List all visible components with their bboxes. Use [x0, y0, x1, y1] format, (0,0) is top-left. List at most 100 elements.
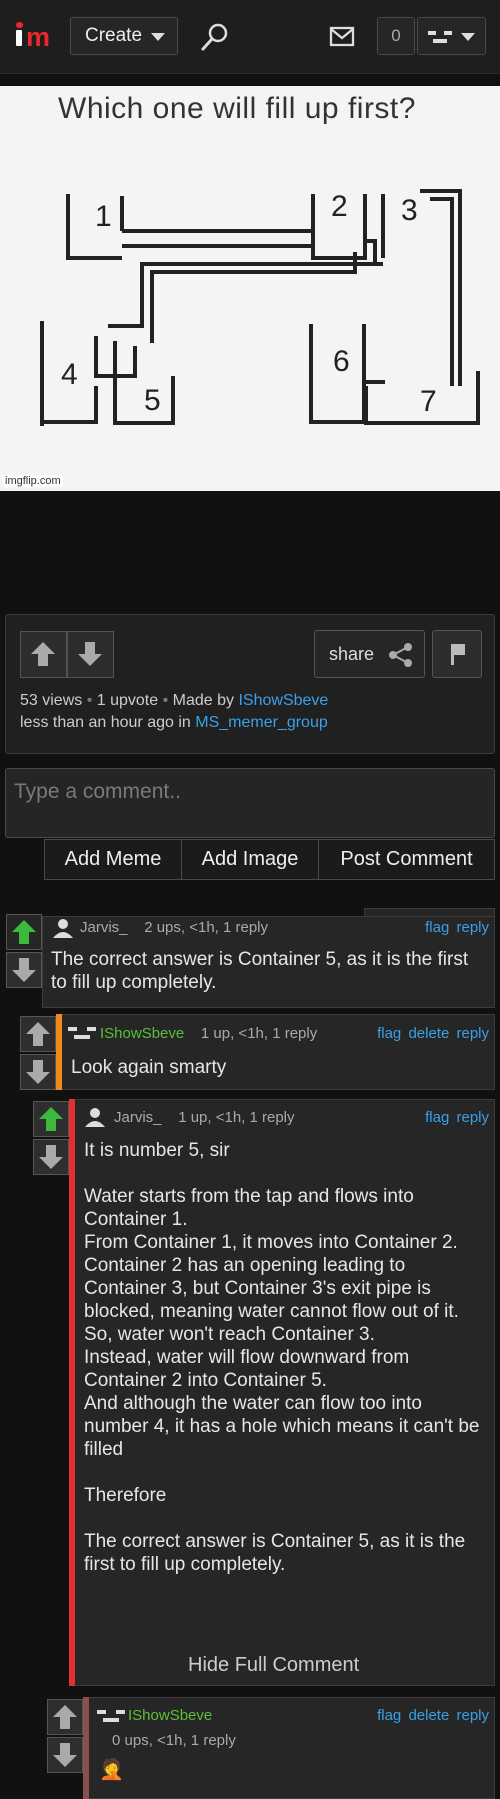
comment-username[interactable]: Jarvis_: [80, 919, 128, 936]
delete-link[interactable]: delete: [408, 1707, 449, 1724]
arrow-up-icon: [12, 920, 36, 944]
post-time-stream: less than an hour ago in MS_memer_group: [20, 714, 328, 732]
share-button[interactable]: share: [314, 630, 425, 678]
comment-upvote-button[interactable]: [20, 1016, 56, 1052]
user-icon: [428, 31, 452, 43]
comment-actions: flag delete reply: [377, 1707, 489, 1724]
flag-link[interactable]: flag: [377, 1025, 401, 1042]
thread-indicator: [56, 1014, 62, 1090]
comment-meta: IShowSbeve 1 up, <1h, 1 reply: [100, 1025, 317, 1042]
comment-downvote-button[interactable]: [6, 952, 42, 988]
user-icon: [97, 1710, 125, 1722]
comment-actions: flag delete reply: [377, 1025, 489, 1042]
upvote-button[interactable]: [20, 631, 67, 678]
comment-placeholder: Type a comment..: [14, 780, 181, 803]
comment-stats: 1 up, <1h, 1 reply: [178, 1109, 295, 1126]
author-link[interactable]: IShowSbeve: [238, 692, 328, 709]
flag-link[interactable]: flag: [425, 919, 449, 936]
comment-text: It is number 5, sir Water starts from th…: [84, 1140, 480, 1575]
reply-link[interactable]: reply: [456, 1109, 489, 1126]
comment-downvote-button[interactable]: [20, 1054, 56, 1090]
create-label: Create: [85, 25, 143, 46]
comment-meta: Jarvis_ 2 ups, <1h, 1 reply: [80, 919, 268, 936]
user-icon: [68, 1027, 96, 1039]
container-6-label: 6: [333, 345, 350, 378]
comment-stats: 2 ups, <1h, 1 reply: [144, 919, 269, 936]
comment-text: The correct answer is Container 5, as it…: [51, 949, 469, 993]
create-dropdown-button[interactable]: Create: [70, 17, 178, 55]
arrow-up-icon: [53, 1705, 77, 1729]
comment-downvote-button[interactable]: [47, 1737, 83, 1773]
comment-username[interactable]: Jarvis_: [114, 1109, 162, 1126]
container-1-label: 1: [95, 200, 112, 233]
comment-meta: Jarvis_ 1 up, <1h, 1 reply: [114, 1109, 295, 1126]
arrow-down-icon: [39, 1145, 63, 1169]
flag-button[interactable]: [432, 630, 482, 678]
comment-downvote-button[interactable]: [33, 1139, 69, 1175]
comment-thread-2: IShowSbeve 1 up, <1h, 1 reply flag delet…: [18, 1014, 495, 1090]
share-label: share: [329, 644, 375, 664]
arrow-down-icon: [78, 642, 102, 666]
imgflip-logo[interactable]: m: [14, 22, 56, 54]
comment-text: 🤦: [99, 1759, 124, 1781]
downvote-button[interactable]: [67, 631, 114, 678]
comment-actions: flag reply: [425, 1109, 489, 1126]
comment-username-wrap: IShowSbeve: [128, 1707, 212, 1724]
container-7-label: 7: [420, 385, 437, 418]
comment-upvote-button[interactable]: [47, 1699, 83, 1735]
post-comment-button[interactable]: Post Comment: [318, 839, 495, 880]
chevron-down-icon: [151, 33, 165, 41]
arrow-up-icon: [26, 1022, 50, 1046]
meme-image[interactable]: Which one will fill up first? 1 2 3 4 5 …: [0, 86, 500, 491]
comment-username[interactable]: IShowSbeve: [100, 1025, 184, 1042]
arrow-down-icon: [26, 1060, 50, 1084]
default-avatar-icon: [85, 1108, 105, 1127]
comment-thread-4: IShowSbeve 0 ups, <1h, 1 reply flag dele…: [47, 1697, 495, 1799]
post-stats: 53 views • 1 upvote • Made by IShowSbeve: [20, 692, 329, 709]
comment-thread-1: Jarvis_ 2 ups, <1h, 1 reply flag reply T…: [4, 908, 495, 1008]
views-count: 53 views: [20, 692, 83, 709]
flag-link[interactable]: flag: [377, 1707, 401, 1724]
default-avatar-icon: [53, 919, 73, 938]
container-4-label: 4: [61, 358, 78, 391]
comment-input[interactable]: Type a comment..: [5, 768, 495, 838]
comment-text: Look again smarty: [71, 1057, 227, 1078]
arrow-down-icon: [53, 1743, 77, 1767]
comment-upvote-button[interactable]: [33, 1101, 69, 1137]
notifications-count: 0: [391, 26, 401, 45]
add-meme-button[interactable]: Add Meme: [44, 839, 182, 880]
container-2-label: 2: [331, 190, 348, 223]
comment-stats: 0 ups, <1h, 1 reply: [112, 1732, 236, 1749]
chevron-down-icon: [461, 33, 475, 41]
notifications-button[interactable]: 0: [377, 17, 415, 55]
flag-icon: [451, 644, 465, 665]
comment-upvote-button[interactable]: [6, 914, 42, 950]
reply-link[interactable]: reply: [456, 1707, 489, 1724]
comment-username[interactable]: IShowSbeve: [128, 1707, 212, 1724]
containers-puzzle-drawing: 1 2 3 4 5 6 7: [40, 189, 480, 426]
arrow-down-icon: [12, 958, 36, 982]
arrow-up-icon: [39, 1107, 63, 1131]
watermark: imgflip.com: [3, 475, 63, 487]
search-icon[interactable]: [200, 22, 230, 52]
stream-link[interactable]: MS_memer_group: [195, 714, 328, 731]
reply-link[interactable]: reply: [456, 1025, 489, 1042]
post-time: less than an hour ago in: [20, 714, 191, 731]
upvote-count: 1 upvote: [96, 692, 159, 709]
add-image-button[interactable]: Add Image: [181, 839, 319, 880]
flag-link[interactable]: flag: [425, 1109, 449, 1126]
hide-full-comment-link[interactable]: Hide Full Comment: [188, 1654, 359, 1677]
delete-link[interactable]: delete: [408, 1025, 449, 1042]
arrow-up-icon: [31, 642, 55, 666]
container-5-label: 5: [144, 384, 161, 417]
mail-icon[interactable]: [329, 26, 355, 48]
share-icon: [389, 643, 412, 667]
post-info-panel: share 53 views • 1 upvote • Made by ISho…: [5, 614, 495, 754]
reply-link[interactable]: reply: [456, 919, 489, 936]
comment-thread-3: Jarvis_ 1 up, <1h, 1 reply flag reply It…: [33, 1099, 495, 1686]
user-menu-button[interactable]: [417, 17, 486, 55]
container-3-label: 3: [401, 194, 418, 227]
comment-stats: 1 up, <1h, 1 reply: [200, 1025, 318, 1042]
top-navigation-bar: m Create 0: [0, 0, 500, 74]
made-by-label: Made by: [172, 692, 235, 709]
